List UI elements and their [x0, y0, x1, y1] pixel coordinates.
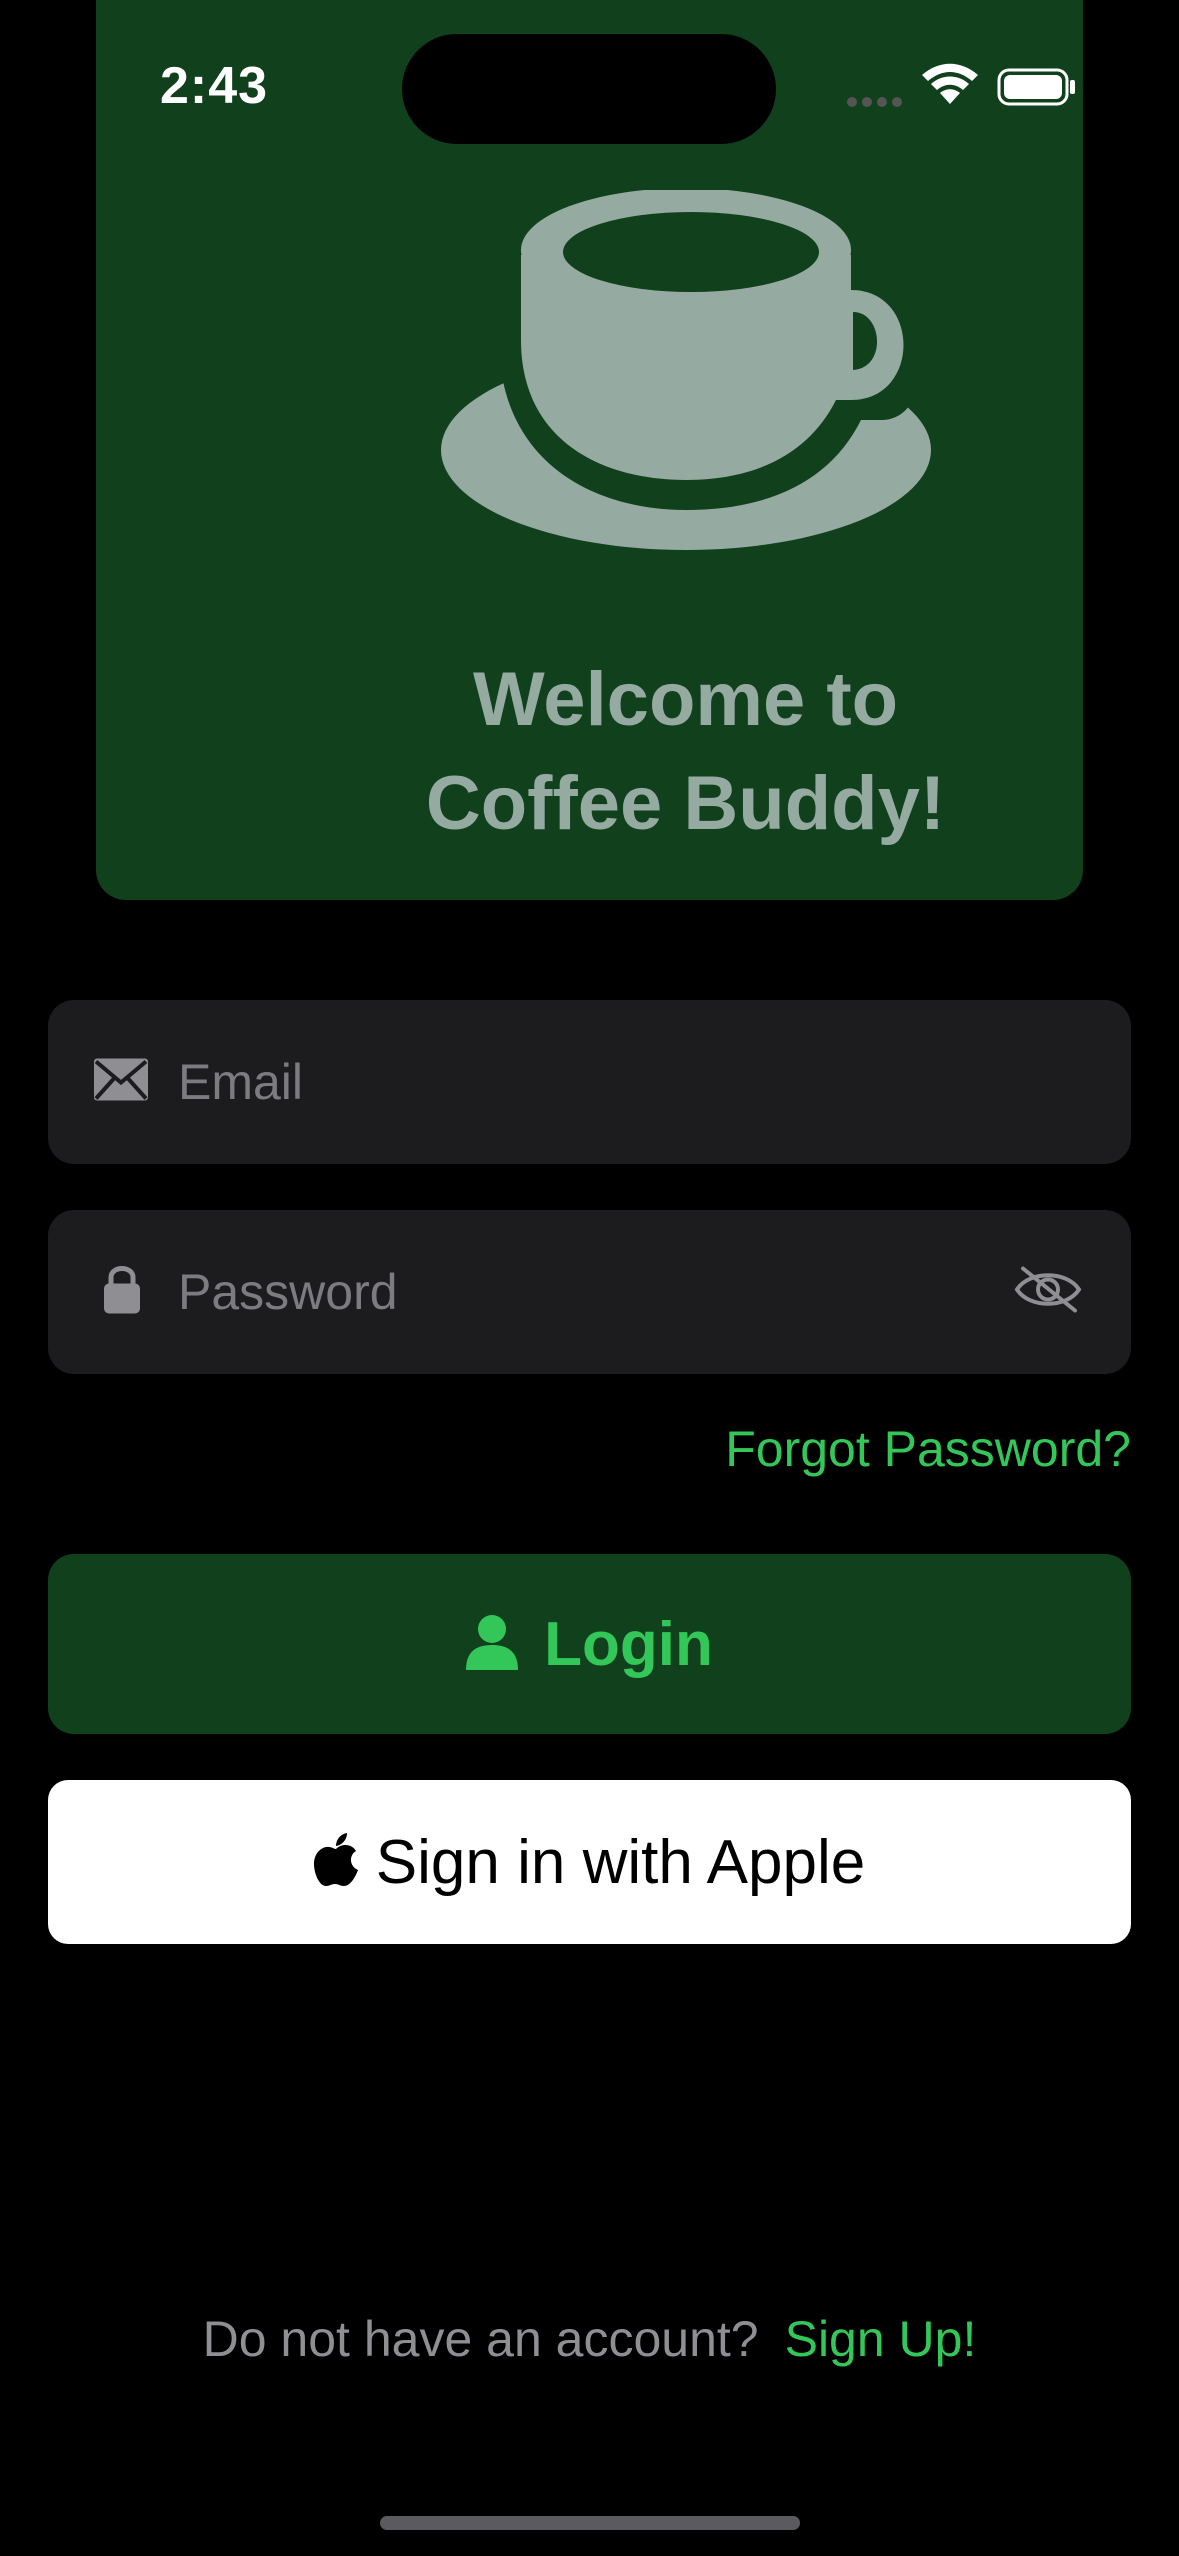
sign-in-with-apple-label: Sign in with Apple: [375, 1827, 866, 1897]
status-bar-icons: [840, 60, 1080, 110]
battery-icon: [997, 68, 1075, 106]
envelope-icon: [92, 1057, 150, 1108]
signup-prompt-row: Do not have an account? Sign Up!: [0, 2310, 1179, 2368]
email-field[interactable]: [48, 1000, 1131, 1164]
password-input[interactable]: [178, 1210, 998, 1374]
sign-up-link[interactable]: Sign Up!: [785, 2311, 977, 2367]
eye-slash-icon[interactable]: [1013, 1265, 1083, 1320]
dynamic-island: [402, 34, 776, 144]
person-icon: [466, 1614, 519, 1675]
forgot-password-link[interactable]: Forgot Password?: [725, 1420, 1131, 1478]
cellular-signal-icon: [847, 97, 902, 107]
password-field[interactable]: [48, 1210, 1131, 1374]
welcome-title: Welcome to Coffee Buddy!: [192, 648, 1179, 856]
welcome-title-line2: Coffee Buddy!: [425, 761, 946, 846]
status-bar-time: 2:43: [160, 57, 269, 115]
no-account-text: Do not have an account?: [202, 2311, 759, 2367]
coffee-cup-icon: [441, 188, 931, 560]
apple-logo-icon: [313, 1832, 358, 1892]
sign-in-with-apple-button[interactable]: Sign in with Apple: [48, 1780, 1131, 1944]
wifi-icon: [922, 63, 978, 104]
welcome-title-line1: Welcome to: [472, 657, 899, 742]
lock-icon: [102, 1264, 142, 1321]
login-button[interactable]: Login: [48, 1554, 1131, 1734]
home-indicator[interactable]: [380, 2516, 800, 2530]
login-button-label: Login: [544, 1609, 713, 1679]
email-input[interactable]: [178, 1000, 998, 1164]
